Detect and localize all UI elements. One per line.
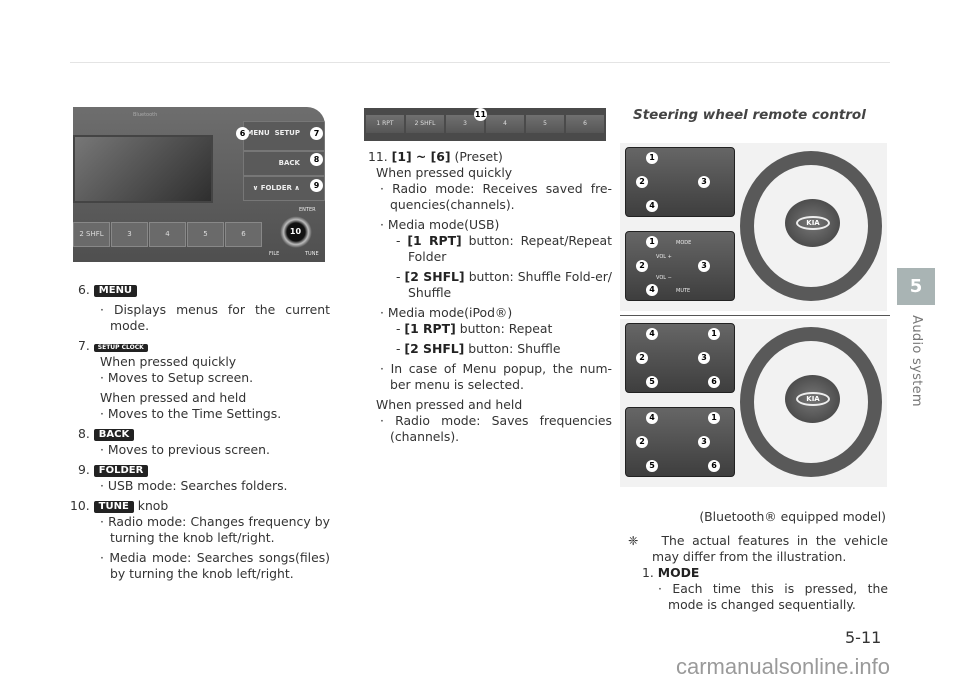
tune-key: TUNE [93,501,134,513]
preset-button: 1 RPT [366,115,404,133]
back-key: BACK [93,429,135,441]
item-number: 1. [642,565,654,580]
vol-up-label: VOL + [656,254,672,260]
subheading: When pressed quickly [100,354,237,369]
preset-button: 6 [566,115,604,133]
callout-7: 7 [310,127,323,140]
item-number: 11. [368,149,388,164]
preset-key: [1] ~ [6] [391,149,451,164]
setup-clock-key: SETUP CLOCK [93,344,148,352]
enter-label: ENTER [299,207,316,213]
preset-button: 4 [486,115,524,133]
preset-button: 4 [149,222,186,247]
mute-label: MUTE [676,288,691,294]
control-inset: 1 MODE VOL + 23 VOL − 4 MUTE [625,231,735,301]
note: ❈ The actual features in the vehicle may… [628,533,888,564]
file-label: FILE [269,251,280,257]
preset-button: 5 [187,222,224,247]
mode-label: MODE [676,240,692,246]
control-inset: 1234 [625,147,735,217]
control-inset: 412356 [625,323,735,393]
bullet: · Moves to previous screen. [100,442,270,457]
kia-logo: KIA [796,216,830,230]
item-number: 9. [78,462,90,477]
vol-down-label: VOL − [656,275,672,281]
bullet: · In case of Menu popup, the num-ber men… [380,361,612,392]
chapter-tab: 5 [897,268,935,305]
dash-item: - [2 SHFL] button: Shuffle [396,341,561,356]
dash-item: - [2 SHFL] button: Shuffle Fold-er/ Shuf… [396,269,612,300]
section-heading: Steering wheel remote control [633,107,866,123]
callout-10: 10 [289,225,302,238]
dash-item: - [1 RPT] button: Repeat [396,321,553,336]
bullet: · Displays menus for the current mode. [100,302,330,333]
preset-suffix: (Preset) [454,149,503,164]
knob-label: knob [137,498,169,513]
bullet: · Each time this is pressed, the mode is… [658,581,888,612]
preset-button: 2 SHFL [73,222,110,247]
bullet: · Radio mode: Saves frequencies (channel… [380,413,612,444]
kia-logo: KIA [796,392,830,406]
bluetooth-label: Bluetooth [133,112,158,118]
item-number: 6. [78,282,90,297]
tune-label: TUNE [305,251,319,257]
preset-button: 5 [526,115,564,133]
item-number: 8. [78,426,90,441]
callout-11: 11 [474,108,487,121]
steering-wheel-illustration-top: KIA 1234 1 MODE VOL + 23 VOL − 4 MUTE [620,143,887,311]
right-column: (Bluetooth® equipped model) ❈ The actual… [620,509,888,613]
setup-label: SETUP [274,129,300,137]
watermark: carmanualsonline.info [676,654,891,679]
folder-key: FOLDER [93,465,149,477]
display-screen [73,135,213,203]
preset-button: 2 SHFL [406,115,444,133]
bullet: · Moves to Setup screen. [100,370,254,385]
bullet: · Radio mode: Changes frequency by turni… [100,514,330,545]
subheading: When pressed quickly [376,165,513,180]
bullet: · Media mode: Searches songs(files) by t… [100,550,330,581]
dash-item: - [1 RPT] button: Repeat/Repeat Folder [396,233,612,264]
audio-head-unit-illustration: Bluetooth MENU SETUP BACK ∨ FOLDER ∧ 6 7… [73,107,325,262]
item-number: 10. [70,498,90,513]
steering-wheel-illustration-bottom: KIA 412356 412356 [620,319,887,487]
middle-column: 11. [1] ~ [6] (Preset) When pressed quic… [368,149,612,445]
divider [620,315,890,316]
control-inset: 412356 [625,407,735,477]
image-caption: (Bluetooth® equipped model) [699,509,886,524]
bullet: · USB mode: Searches folders. [100,478,288,493]
bullet: · Media mode(USB) [380,217,500,232]
callout-8: 8 [310,153,323,166]
left-column: 6. MENU · Displays menus for the current… [70,282,330,582]
subheading: When pressed and held [100,390,247,405]
callout-9: 9 [310,179,323,192]
item-number: 7. [78,338,90,353]
preset-button: 6 [225,222,262,247]
bullet: · Media mode(iPod®) [380,305,513,320]
chapter-title: Audio system [909,315,924,407]
bullet: · Radio mode: Receives saved fre-quencie… [380,181,612,212]
page-number: 5-11 [845,628,882,647]
top-rule [70,62,890,63]
callout-6: 6 [236,127,249,140]
preset-buttons-illustration: 1 RPT 2 SHFL 3 4 5 6 11 [364,108,606,141]
bullet: · Moves to the Time Settings. [100,406,282,421]
preset-button: 3 [111,222,148,247]
menu-label: MENU [246,129,270,137]
menu-key: MENU [93,285,138,297]
subheading: When pressed and held [376,397,523,412]
mode-key: MODE [657,565,700,580]
